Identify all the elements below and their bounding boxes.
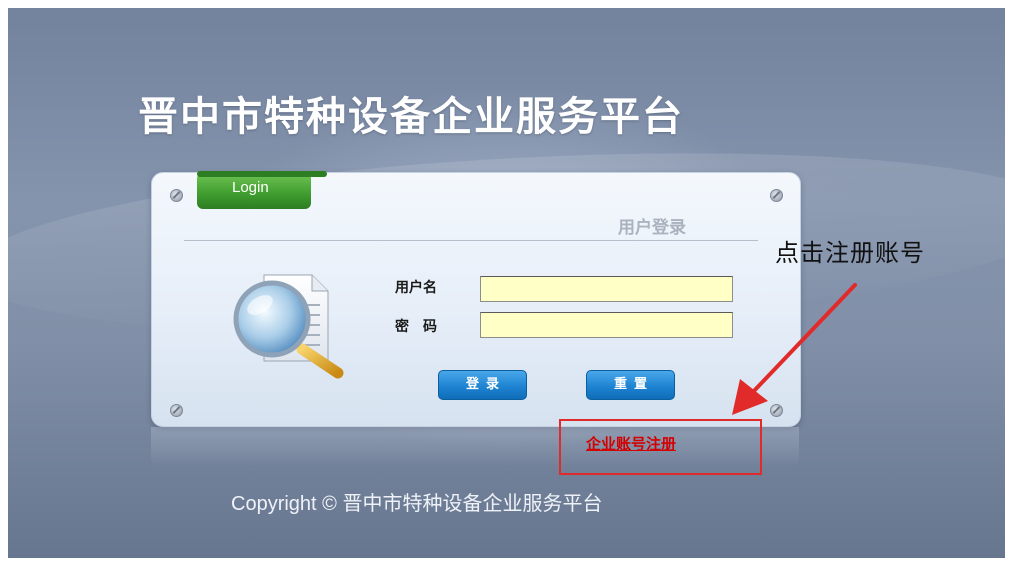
screw-icon	[170, 404, 183, 417]
login-tab-label: Login	[232, 179, 269, 196]
page-title: 晋中市特种设备企业服务平台	[138, 94, 684, 140]
panel-subtitle: 用户登录	[618, 218, 686, 238]
username-label: 用户名	[395, 280, 437, 296]
login-panel: Login 用户登录 用户名 密 码 登录 重置	[151, 171, 801, 427]
annotation-text: 点击注册账号	[775, 239, 925, 267]
login-button[interactable]: 登录	[438, 370, 527, 400]
reset-button[interactable]: 重置	[586, 370, 675, 400]
login-tab: Login	[197, 171, 327, 209]
username-input[interactable]	[480, 276, 733, 302]
password-label: 密 码	[395, 319, 437, 335]
copyright-text: Copyright © 晋中市特种设备企业服务平台	[231, 493, 603, 515]
divider	[184, 240, 758, 241]
search-document-icon	[233, 274, 344, 379]
register-link[interactable]: 企业账号注册	[586, 433, 676, 454]
password-input[interactable]	[480, 312, 733, 338]
annotation-arrow-icon	[732, 283, 857, 415]
screw-icon	[170, 189, 183, 202]
screw-icon	[770, 189, 783, 202]
